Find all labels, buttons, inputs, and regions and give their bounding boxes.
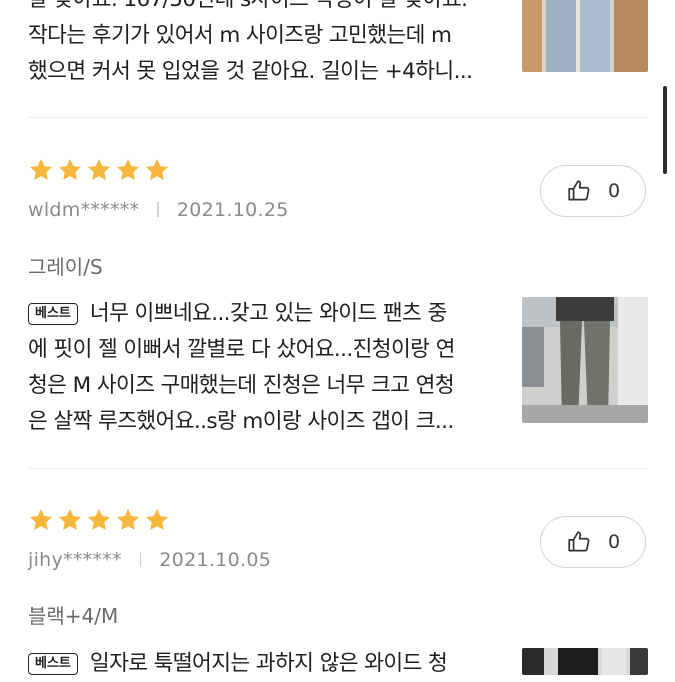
review-body[interactable]: 베스트 너무 이쁘네요...갖고 있는 와이드 팬츠 중 에 핏이 젤 이뻐서 깔… <box>28 296 483 440</box>
thumbs-up-icon <box>568 180 590 201</box>
like-count: 0 <box>607 531 621 553</box>
meta-separator <box>157 202 159 217</box>
review-photo <box>522 0 648 72</box>
best-badge: 베스트 <box>28 653 78 675</box>
star-icon <box>145 158 169 180</box>
star-icon <box>58 158 82 180</box>
review-text-line: 은 살짝 루즈했어요..s랑 m이랑 사이즈 갭이 크... <box>28 409 454 434</box>
rating-stars <box>28 507 170 535</box>
review-text-line: 에 핏이 젤 이뻐서 깔별로 다 샀어요...진청이랑 연 <box>28 337 455 362</box>
star-icon <box>87 158 111 180</box>
review-body[interactable]: 베스트 일자로 툭떨어지는 과하지 않은 와이드 청 <box>28 646 483 682</box>
review-divider <box>28 468 648 469</box>
review-meta: wldm****** 2021.10.25 <box>28 199 289 221</box>
review-text-line: 작다는 후기가 있어서 m 사이즈랑 고민했는데 m <box>28 23 452 48</box>
star-icon <box>87 508 111 530</box>
review-photo <box>522 648 648 675</box>
review-date: 2021.10.25 <box>176 199 289 221</box>
meta-separator <box>139 552 142 567</box>
review-photo-thumbnail[interactable] <box>522 297 648 423</box>
review-body[interactable]: 잘 맞아요. 167/50인데 s사이즈 딱정이 잘 맞아요. 작다는 후기가 … <box>28 0 483 90</box>
review-photo <box>522 297 648 423</box>
review-date: 2021.10.05 <box>159 549 272 571</box>
review-text-line: 잘 맞아요. 167/50인데 s사이즈 딱정이 잘 맞아요. <box>28 0 483 18</box>
star-icon <box>145 508 169 530</box>
like-button[interactable]: 0 <box>540 516 646 568</box>
review-text-line: 일자로 툭떨어지는 과하지 않은 와이드 청 <box>89 651 448 676</box>
star-icon <box>116 158 140 180</box>
review-text-line: 청은 M 사이즈 구매했는데 진청은 너무 크고 연청 <box>28 373 455 398</box>
like-button[interactable]: 0 <box>540 165 646 217</box>
review-photo-thumbnail[interactable] <box>522 0 648 72</box>
star-icon <box>116 508 140 530</box>
reviewer-id: jihy****** <box>28 549 122 571</box>
reviewer-id: wldm****** <box>28 199 140 221</box>
review-text-line: 했으면 커서 못 입었을 것 같아요. 길이는 +4하니... <box>28 59 473 84</box>
review-divider <box>28 117 648 118</box>
thumbs-up-icon <box>568 531 590 552</box>
purchase-option: 블랙+4/M <box>28 604 119 628</box>
star-icon <box>29 158 53 180</box>
star-icon <box>29 508 53 530</box>
purchase-option: 그레이/S <box>28 255 103 279</box>
scrollbar[interactable] <box>663 86 667 174</box>
like-count: 0 <box>607 180 621 202</box>
review-photo-thumbnail[interactable] <box>522 648 648 675</box>
review-text-line: 너무 이쁘네요...갖고 있는 와이드 팬츠 중 <box>89 301 447 326</box>
rating-stars <box>28 157 170 185</box>
star-icon <box>58 508 82 530</box>
review-meta: jihy****** 2021.10.05 <box>28 549 271 571</box>
best-badge: 베스트 <box>28 303 78 325</box>
